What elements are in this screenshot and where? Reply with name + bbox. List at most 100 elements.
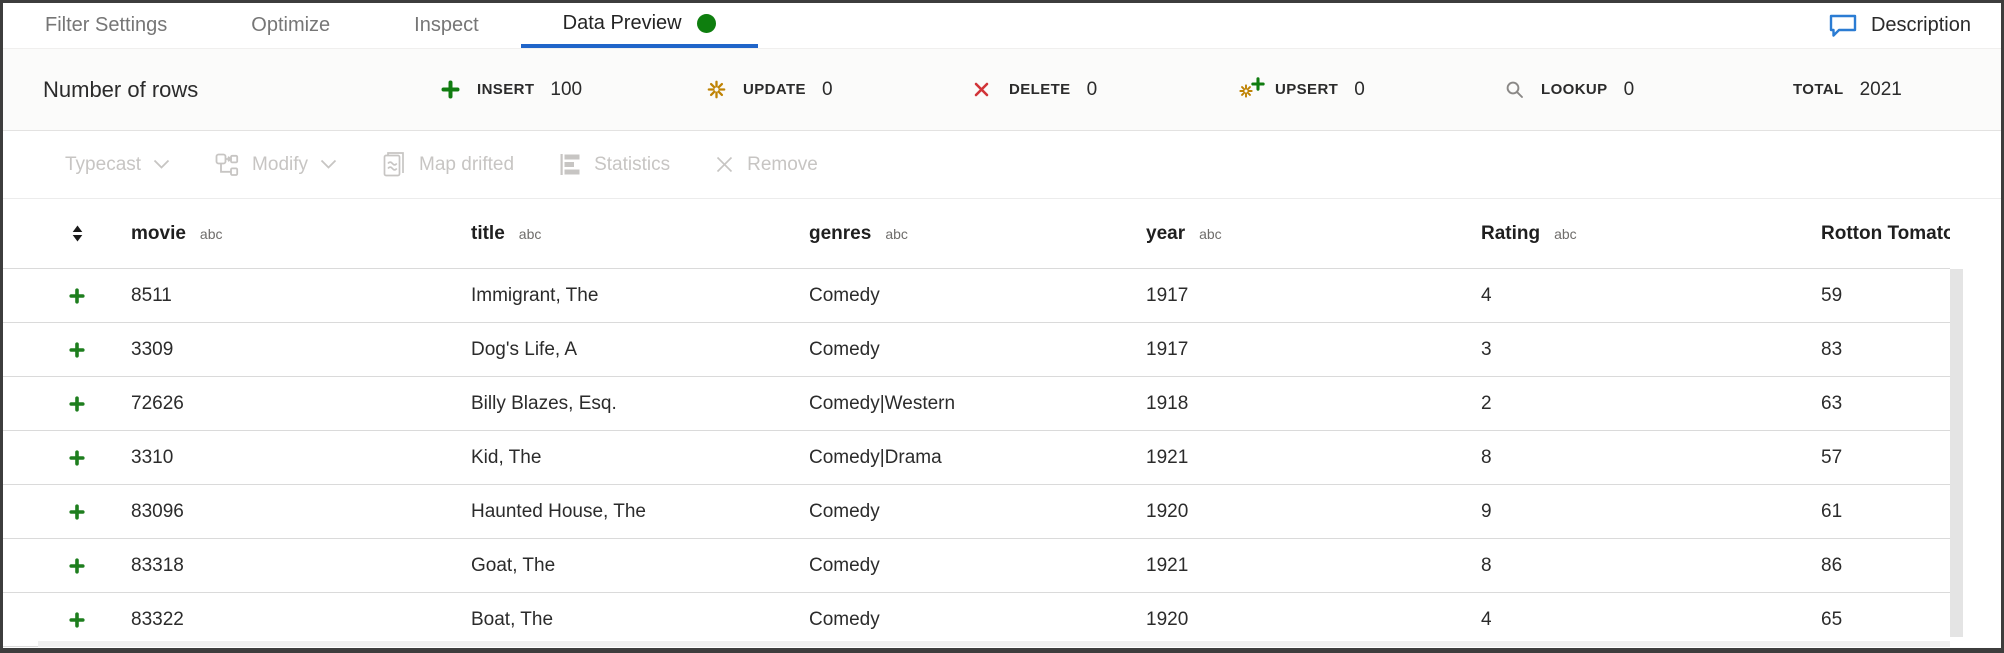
insert-row-icon [3, 558, 131, 574]
remove-button[interactable]: Remove [714, 154, 818, 176]
tool-label: Remove [747, 154, 818, 176]
stat-value: 2021 [1860, 79, 1902, 101]
plus-icon [441, 80, 477, 99]
column-header-rotton-tomato[interactable]: Rotton Tomato [1821, 223, 1950, 245]
table-row[interactable]: 83096 Haunted House, The Comedy 1920 9 6… [3, 484, 1950, 538]
tab-data-preview[interactable]: Data Preview [521, 3, 758, 48]
column-name: genres [809, 223, 871, 245]
column-header-genres[interactable]: genres abc [809, 223, 1146, 245]
number-of-rows-label: Number of rows [43, 77, 441, 103]
cell-rotten: 83 [1821, 339, 1950, 361]
column-header-rating[interactable]: Rating abc [1481, 223, 1821, 245]
asterisk-plus-icon [1239, 77, 1275, 103]
data-preview-table: movie abc title abc genres abc year abc … [3, 198, 2001, 647]
sort-icon[interactable] [3, 224, 131, 243]
cell-rating: 3 [1481, 339, 1821, 361]
cell-movie: 3309 [131, 339, 471, 361]
chevron-down-icon [320, 159, 337, 170]
column-name: Rotton Tomato [1821, 223, 1950, 245]
stat-value: 0 [1087, 79, 1098, 101]
column-type-label: abc [200, 226, 223, 242]
column-header-year[interactable]: year abc [1146, 223, 1481, 245]
cell-movie: 3310 [131, 447, 471, 469]
tab-filter-settings[interactable]: Filter Settings [3, 3, 209, 48]
stat-label: LOOKUP [1541, 81, 1608, 98]
cell-year: 1917 [1146, 285, 1481, 307]
cell-rating: 8 [1481, 555, 1821, 577]
column-type-label: abc [1199, 226, 1222, 242]
column-toolbar: Typecast Modify [3, 131, 2001, 198]
column-type-label: abc [519, 226, 542, 242]
cell-title: Kid, The [471, 447, 809, 469]
cell-genres: Comedy [809, 285, 1146, 307]
horizontal-scrollbar[interactable] [38, 641, 1950, 647]
cell-rating: 9 [1481, 501, 1821, 523]
close-icon [714, 154, 735, 175]
tab-inspect[interactable]: Inspect [372, 3, 520, 48]
stat-insert[interactable]: INSERT 100 [441, 79, 707, 101]
cell-movie: 83322 [131, 609, 471, 631]
chevron-down-icon [153, 159, 170, 170]
tool-label: Typecast [65, 154, 141, 176]
statistics-button[interactable]: Statistics [558, 152, 670, 177]
tab-bar: Filter Settings Optimize Inspect Data Pr… [3, 3, 2001, 48]
bar-chart-icon [558, 152, 582, 177]
tool-label: Map drifted [419, 154, 514, 176]
status-dot-icon [697, 14, 716, 33]
stat-update[interactable]: UPDATE 0 [707, 79, 973, 101]
column-type-label: abc [885, 226, 908, 242]
insert-row-icon [3, 504, 131, 520]
cell-rotten: 61 [1821, 501, 1950, 523]
cell-title: Billy Blazes, Esq. [471, 393, 809, 415]
table-row[interactable]: 83322 Boat, The Comedy 1920 4 65 [3, 592, 1950, 647]
cell-rating: 8 [1481, 447, 1821, 469]
cell-rating: 4 [1481, 285, 1821, 307]
column-name: movie [131, 223, 186, 245]
cell-title: Boat, The [471, 609, 809, 631]
insert-row-icon [3, 612, 131, 628]
insert-row-icon [3, 450, 131, 466]
cell-rotten: 59 [1821, 285, 1950, 307]
insert-row-icon [3, 288, 131, 304]
cell-title: Goat, The [471, 555, 809, 577]
stat-label: DELETE [1009, 81, 1071, 98]
insert-row-icon [3, 342, 131, 358]
map-drifted-button[interactable]: Map drifted [381, 150, 514, 179]
data-preview-panel: Filter Settings Optimize Inspect Data Pr… [0, 0, 2004, 653]
tab-label: Inspect [414, 14, 478, 37]
typecast-button[interactable]: Typecast [65, 154, 170, 176]
description-button[interactable]: Description [1798, 3, 2001, 48]
tab-optimize[interactable]: Optimize [209, 3, 372, 48]
cell-title: Immigrant, The [471, 285, 809, 307]
table-row[interactable]: 3310 Kid, The Comedy|Drama 1921 8 57 [3, 430, 1950, 484]
x-icon [973, 81, 1009, 98]
table-row[interactable]: 72626 Billy Blazes, Esq. Comedy|Western … [3, 376, 1950, 430]
tool-label: Statistics [594, 154, 670, 176]
cell-year: 1920 [1146, 609, 1481, 631]
tool-label: Modify [252, 154, 308, 176]
table-row[interactable]: 3309 Dog's Life, A Comedy 1917 3 83 [3, 322, 1950, 376]
branch-icon [214, 152, 240, 178]
modify-button[interactable]: Modify [214, 152, 337, 178]
stat-total: TOTAL 2021 [1771, 79, 2004, 101]
stat-upsert[interactable]: UPSERT 0 [1239, 77, 1505, 103]
cell-genres: Comedy|Drama [809, 447, 1146, 469]
row-stats-bar: Number of rows INSERT 100 UPDATE 0 DELET… [3, 48, 2001, 131]
table-header-row: movie abc title abc genres abc year abc … [3, 199, 1950, 268]
insert-row-icon [3, 396, 131, 412]
column-type-label: abc [1554, 226, 1577, 242]
table-row[interactable]: 8511 Immigrant, The Comedy 1917 4 59 [3, 268, 1950, 322]
column-name: Rating [1481, 223, 1540, 245]
cell-title: Haunted House, The [471, 501, 809, 523]
description-label: Description [1871, 14, 1971, 37]
table-row[interactable]: 83318 Goat, The Comedy 1921 8 86 [3, 538, 1950, 592]
cell-genres: Comedy [809, 339, 1146, 361]
column-header-movie[interactable]: movie abc [131, 223, 471, 245]
column-name: title [471, 223, 505, 245]
stat-lookup[interactable]: LOOKUP 0 [1505, 79, 1771, 101]
document-wave-icon [381, 150, 407, 179]
stat-delete[interactable]: DELETE 0 [973, 79, 1239, 101]
cell-title: Dog's Life, A [471, 339, 809, 361]
vertical-scrollbar[interactable] [1950, 269, 1963, 637]
column-header-title[interactable]: title abc [471, 223, 809, 245]
